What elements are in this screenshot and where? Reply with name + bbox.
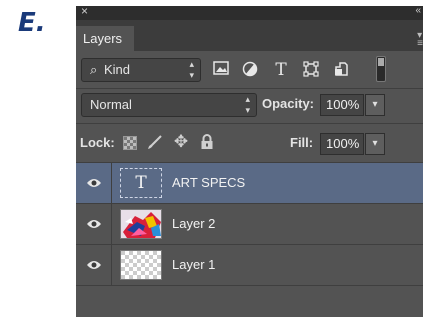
lock-all-icon[interactable] <box>198 134 216 155</box>
lock-position-icon[interactable]: ✥ <box>172 133 190 151</box>
close-icon[interactable]: × <box>81 6 88 18</box>
layer-row-layer-2[interactable]: Layer 2 <box>76 204 423 245</box>
opacity-label: Opacity: <box>262 96 315 111</box>
search-icon: ⌕ <box>90 62 98 77</box>
dropdown-arrows-icon: ▴ ▾ <box>245 94 250 115</box>
pixel-layer-filter-icon[interactable] <box>212 61 230 79</box>
shape-layer-filter-icon[interactable] <box>302 61 320 79</box>
layers-panel: × « Layers ▾ ≡ ⌕ Kind ▴ ▾ T Normal ▴ ▾ O… <box>76 6 423 317</box>
eye-icon <box>87 220 101 228</box>
kind-filter-label: Kind <box>104 62 131 77</box>
layer-name: Layer 1 <box>172 257 216 272</box>
dropdown-arrows-icon-2: ▴ ▾ <box>189 59 194 80</box>
opacity-dropdown-button[interactable]: ▾ <box>365 94 385 116</box>
layers-empty-area <box>76 290 423 317</box>
panel-tabbar: Layers ▾ ≡ <box>76 20 423 51</box>
layer-row-layer-1[interactable]: Layer 1 <box>76 245 423 286</box>
step-letter: E. <box>18 8 46 38</box>
eye-icon <box>87 179 101 187</box>
image-layer-thumbnail <box>120 209 162 239</box>
visibility-toggle[interactable] <box>76 163 112 203</box>
blend-mode-value: Normal <box>90 97 132 112</box>
lock-image-pixels-icon[interactable] <box>146 134 164 155</box>
smart-object-filter-icon[interactable] <box>332 61 350 79</box>
separator <box>76 88 423 89</box>
eye-icon <box>87 261 101 269</box>
separator <box>76 123 423 124</box>
lock-transparent-pixels-icon[interactable] <box>123 136 137 150</box>
fill-dropdown-button[interactable]: ▾ <box>365 133 385 155</box>
kind-filter-dropdown[interactable]: ⌕ Kind ▴ ▾ <box>81 58 201 82</box>
type-layer-filter-icon[interactable]: T <box>272 61 290 79</box>
layer-name: Layer 2 <box>172 216 216 231</box>
transparent-layer-thumbnail <box>120 250 162 280</box>
filter-toggle-icon[interactable] <box>376 56 386 82</box>
type-glyph-icon: T <box>135 173 147 193</box>
visibility-toggle[interactable] <box>76 204 112 244</box>
adjustment-layer-filter-icon[interactable] <box>241 61 259 79</box>
layer-row-art-specs[interactable]: T ART SPECS <box>76 163 423 204</box>
blend-mode-dropdown[interactable]: Normal ▴ ▾ <box>81 93 257 117</box>
text-layer-thumbnail: T <box>120 168 162 198</box>
panel-titlebar: × « <box>76 6 423 20</box>
collapse-icon[interactable]: « <box>415 6 421 16</box>
fill-label: Fill: <box>290 135 314 150</box>
fill-input[interactable]: 100% <box>320 133 364 155</box>
layer-name: ART SPECS <box>172 175 246 190</box>
tab-layers[interactable]: Layers <box>76 26 134 51</box>
opacity-input[interactable]: 100% <box>320 94 364 116</box>
lock-label: Lock: <box>80 135 115 150</box>
panel-menu-icon[interactable]: ▾ ≡ <box>417 31 423 49</box>
visibility-toggle[interactable] <box>76 245 112 285</box>
